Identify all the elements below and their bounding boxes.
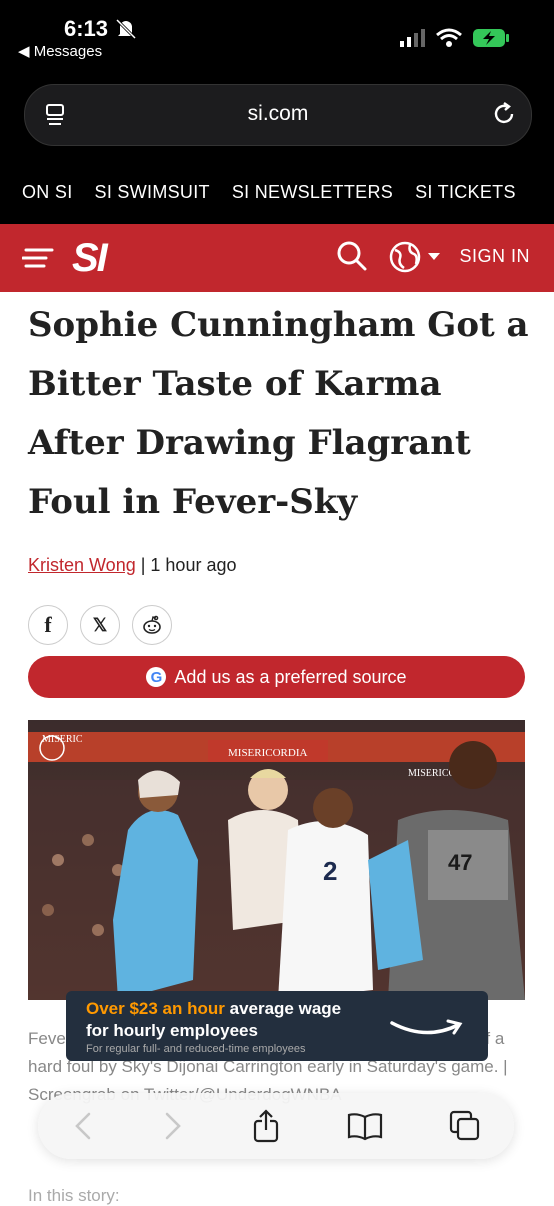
share-reddit-button[interactable]: ◕ bbox=[132, 605, 172, 645]
reddit-icon bbox=[143, 615, 161, 634]
search-icon[interactable] bbox=[336, 240, 368, 272]
nav-si-tickets[interactable]: SI TICKETS bbox=[415, 182, 516, 203]
x-icon: 𝕏 bbox=[92, 614, 108, 635]
tabs-icon[interactable] bbox=[449, 1110, 481, 1142]
bookmarks-icon[interactable] bbox=[347, 1111, 383, 1141]
browser-toolbar bbox=[38, 1093, 514, 1159]
banner-text-1: MISERICORDIA bbox=[228, 747, 308, 759]
byline: Kristen Wong | 1 hour ago bbox=[28, 555, 236, 576]
share-x-button[interactable]: 𝕏 bbox=[80, 605, 120, 645]
url-text: si.com bbox=[247, 102, 309, 125]
article-photo: MISERICORDIA MISERIC MISERICORDIA 2 47 bbox=[28, 720, 525, 1000]
status-bar: 6:13 ◀ Messages bbox=[0, 0, 554, 70]
signal-icon bbox=[400, 29, 425, 47]
back-icon[interactable] bbox=[71, 1111, 95, 1141]
author-link[interactable]: Kristen Wong bbox=[28, 555, 136, 575]
share-icon[interactable] bbox=[251, 1109, 281, 1143]
ad-wage-rest: average wage bbox=[224, 999, 342, 1018]
nav-si-swimsuit[interactable]: SI SWIMSUIT bbox=[95, 182, 210, 203]
amazon-ad-banner[interactable]: Over $23 an hour average wage for hourly… bbox=[66, 991, 488, 1061]
ad-line-2: for hourly employees bbox=[86, 1021, 258, 1040]
byline-separator: | bbox=[135, 555, 151, 575]
wifi-icon bbox=[436, 28, 462, 47]
preferred-source-label: Add us as a preferred source bbox=[174, 666, 407, 687]
amazon-smile-logo bbox=[390, 1019, 463, 1035]
globe-icon[interactable] bbox=[388, 240, 444, 274]
menu-icon[interactable] bbox=[22, 242, 56, 274]
nav-si-newsletters[interactable]: SI NEWSLETTERS bbox=[232, 182, 393, 203]
publish-time: 1 hour ago bbox=[150, 555, 237, 575]
ad-line-1: Over $23 an hour average wage bbox=[86, 999, 341, 1019]
article-headline: Sophie Cunningham Got a Bitter Taste of … bbox=[28, 305, 529, 522]
nav-on-si[interactable]: ON SI bbox=[22, 182, 73, 203]
share-buttons: f 𝕏 ◕ bbox=[28, 605, 172, 645]
address-bar[interactable]: si.com bbox=[24, 84, 532, 146]
share-facebook-button[interactable]: f bbox=[28, 605, 68, 645]
clock: 6:13 bbox=[64, 16, 109, 41]
si-top-nav: ON SI SI SWIMSUIT SI NEWSLETTERS SI TICK… bbox=[0, 160, 554, 224]
browser-address-area: si.com bbox=[0, 70, 554, 160]
google-icon: G bbox=[146, 667, 167, 687]
in-this-story-heading: In this story: bbox=[28, 1186, 120, 1205]
site-header: SI SIGN IN bbox=[0, 224, 554, 292]
basketball-scene-image: MISERICORDIA MISERIC MISERICORDIA 2 47 bbox=[28, 720, 525, 1000]
forward-icon[interactable] bbox=[161, 1111, 185, 1141]
battery-charging-icon bbox=[473, 29, 509, 47]
silent-bell-icon bbox=[115, 18, 137, 40]
ad-fine-print: For regular full- and reduced-time emplo… bbox=[86, 1043, 306, 1055]
jersey-number-2: 47 bbox=[448, 850, 472, 875]
facebook-icon: f bbox=[44, 612, 52, 637]
back-to-messages[interactable]: ◀ Messages bbox=[18, 42, 102, 60]
jersey-number-1: 2 bbox=[323, 856, 337, 886]
preferred-source-button[interactable]: G Add us as a preferred source bbox=[28, 656, 525, 698]
sign-in-link[interactable]: SIGN IN bbox=[459, 246, 530, 267]
ad-wage-highlight: Over $23 an hour bbox=[86, 999, 225, 1018]
reload-icon[interactable] bbox=[491, 101, 517, 127]
si-logo[interactable]: SI bbox=[72, 236, 108, 281]
